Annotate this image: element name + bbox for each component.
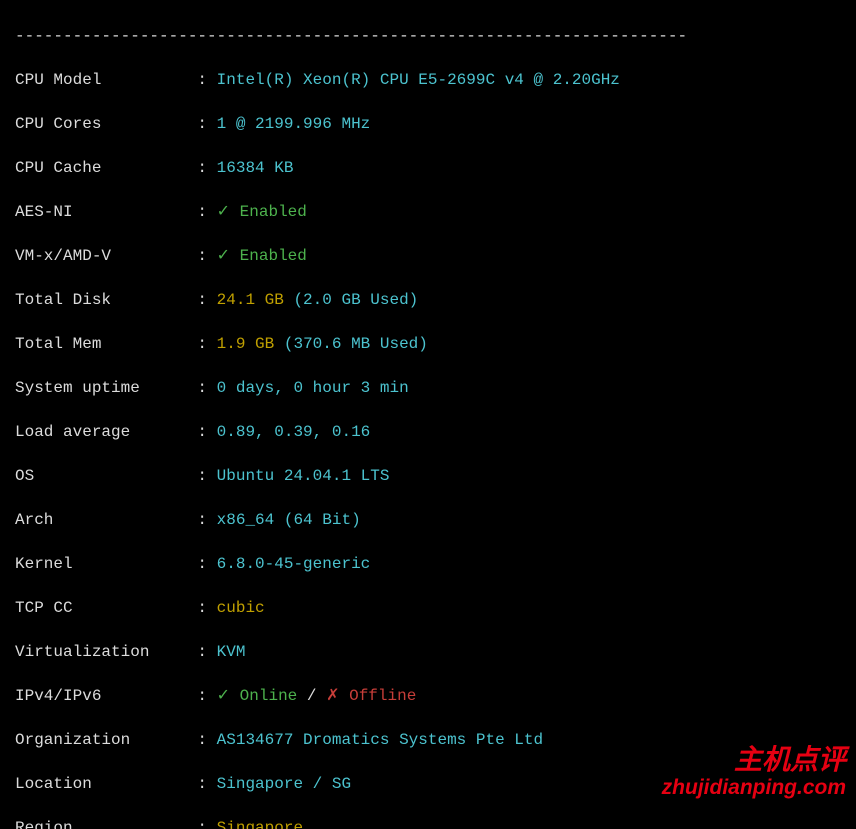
info-os: OS : Ubuntu 24.04.1 LTS (15, 465, 841, 487)
info-aes-ni: AES-NI : ✓ Enabled (15, 201, 841, 223)
info-region: Region : Singapore (15, 817, 841, 829)
info-total-mem: Total Mem : 1.9 GB (370.6 MB Used) (15, 333, 841, 355)
terminal-output: ----------------------------------------… (0, 0, 856, 829)
info-total-disk: Total Disk : 24.1 GB (2.0 GB Used) (15, 289, 841, 311)
info-cpu-cores: CPU Cores : 1 @ 2199.996 MHz (15, 113, 841, 135)
info-vmx: VM-x/AMD-V : ✓ Enabled (15, 245, 841, 267)
info-cpu-model: CPU Model : Intel(R) Xeon(R) CPU E5-2699… (15, 69, 841, 91)
info-cpu-cache: CPU Cache : 16384 KB (15, 157, 841, 179)
divider: ----------------------------------------… (15, 25, 841, 47)
info-ipv4-ipv6: IPv4/IPv6 : ✓ Online / ✗ Offline (15, 685, 841, 707)
info-tcp-cc: TCP CC : cubic (15, 597, 841, 619)
info-kernel: Kernel : 6.8.0-45-generic (15, 553, 841, 575)
info-uptime: System uptime : 0 days, 0 hour 3 min (15, 377, 841, 399)
info-organization: Organization : AS134677 Dromatics System… (15, 729, 841, 751)
info-location: Location : Singapore / SG (15, 773, 841, 795)
info-arch: Arch : x86_64 (64 Bit) (15, 509, 841, 531)
info-load: Load average : 0.89, 0.39, 0.16 (15, 421, 841, 443)
info-virtualization: Virtualization : KVM (15, 641, 841, 663)
